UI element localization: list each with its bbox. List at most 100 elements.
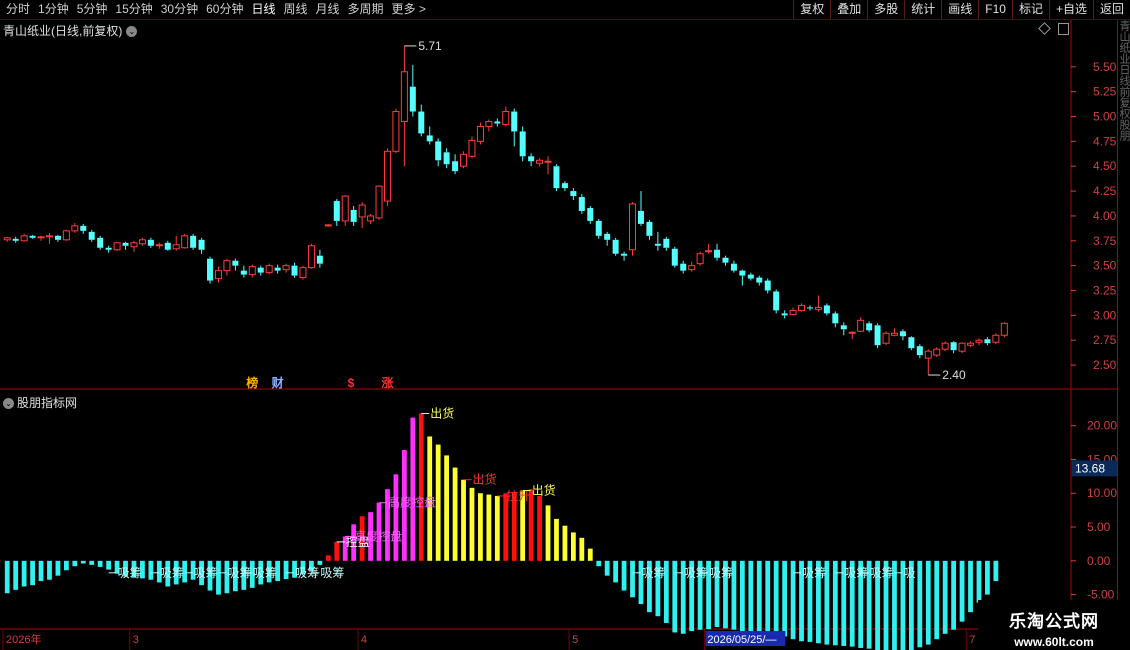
candle-body — [29, 235, 36, 238]
annotation-label: 出货 — [532, 483, 556, 498]
indicator-bar — [537, 495, 542, 561]
candle-body — [62, 230, 70, 241]
toolbar-button-2[interactable]: 多股 — [867, 0, 904, 19]
indicator-bar — [30, 560, 35, 586]
candle-body — [967, 342, 975, 346]
candle-body — [789, 309, 797, 315]
candle-body — [207, 258, 214, 281]
chevron-right-icon: > — [415, 2, 426, 16]
tab-period-4[interactable]: 30分钟 — [157, 0, 202, 19]
annotation-label: 吸筹 — [642, 566, 666, 580]
date-axis-label: 3 — [133, 634, 139, 646]
toolbar-button-6[interactable]: 标记 — [1011, 0, 1049, 19]
indicator-bar — [72, 560, 78, 567]
tab-period-3[interactable]: 15分钟 — [111, 0, 156, 19]
candle-body — [756, 277, 763, 283]
candle-body — [45, 235, 53, 238]
chart-canvas[interactable]: 5.50 5.25 5.00 4.75 4.50 4.25 4.00 3.75 3.50 3.25… — [0, 20, 1117, 650]
annotation-label: 吸 — [903, 566, 915, 580]
candle-body — [773, 291, 780, 311]
candle-body — [933, 348, 941, 356]
indicator-bar — [80, 560, 86, 564]
indicator-title-bar: ⌄ 股朋指标网 — [3, 394, 77, 411]
candle-body — [80, 225, 87, 231]
candle-body — [409, 86, 416, 112]
window-icon[interactable] — [1058, 23, 1069, 35]
indicator-bar — [4, 560, 10, 594]
chevron-down-icon[interactable]: ⌄ — [126, 26, 138, 38]
indicator-bar — [951, 560, 957, 630]
candle-body — [908, 337, 915, 349]
tab-period-8[interactable]: 月线 — [312, 0, 344, 19]
candle-body — [544, 160, 552, 163]
indicator-bar — [942, 560, 948, 634]
indicator-tick-label: 10.00 — [1087, 486, 1117, 500]
toolbar-button-8[interactable]: 返回 — [1092, 0, 1130, 19]
candle-body — [291, 265, 298, 276]
candle-body — [857, 319, 865, 332]
right-side-text: 青山纸业日线前复权股朋 — [1118, 20, 1130, 141]
candle-body — [71, 225, 79, 232]
indicator-bar — [418, 413, 424, 561]
candle-body — [257, 267, 264, 273]
toolbar-button-0[interactable]: 复权 — [793, 0, 830, 19]
annotation-label: 吸筹 — [160, 566, 184, 580]
candle-body — [511, 111, 518, 132]
date-axis-label: 2026年 — [6, 632, 41, 646]
annotation-label: 吸筹 — [118, 566, 142, 580]
indicator-bar — [494, 495, 500, 561]
candle-body — [333, 201, 340, 221]
stock-title-bar: 青山纸业(日线,前复权) ⌄ — [3, 22, 138, 39]
candle-body — [122, 242, 129, 246]
candle-body — [12, 238, 19, 241]
tab-period-6[interactable]: 日线 — [247, 0, 279, 19]
candle-body — [823, 305, 830, 314]
candle-body — [714, 249, 721, 258]
toolbar-button-1[interactable]: 叠加 — [830, 0, 867, 19]
candle-body — [316, 255, 323, 264]
candle-body — [88, 231, 95, 240]
candle-body — [950, 342, 957, 351]
candle-body — [747, 274, 754, 279]
candle-body — [485, 120, 493, 127]
candle-body — [814, 306, 822, 310]
indicator-tick-label: 5.00 — [1087, 520, 1111, 534]
price-tick-label: 4.00 — [1093, 209, 1117, 223]
indicator-bar — [934, 560, 940, 640]
candle-body — [214, 270, 222, 280]
candle-body — [198, 239, 205, 250]
indicator-bar — [325, 555, 331, 561]
candle-body — [155, 244, 163, 247]
indicator-bar — [993, 560, 999, 582]
candle-body — [654, 243, 661, 246]
chevron-down-icon[interactable]: ⌄ — [3, 398, 14, 410]
candle-body — [958, 342, 966, 352]
tab-period-2[interactable]: 5分钟 — [73, 0, 112, 19]
candle-body — [536, 159, 544, 164]
price-tick-label: 3.25 — [1093, 284, 1117, 298]
candle-body — [798, 304, 806, 311]
candle-body — [848, 331, 856, 334]
candle-body — [274, 267, 281, 271]
toolbar-button-7[interactable]: +自选 — [1048, 0, 1093, 19]
candle-body — [223, 260, 231, 272]
tab-period-10[interactable]: 更多 > — [388, 0, 430, 19]
tab-period-5[interactable]: 60分钟 — [202, 0, 247, 19]
toolbar-button-4[interactable]: 画线 — [941, 0, 978, 19]
tab-period-7[interactable]: 周线 — [279, 0, 311, 19]
candle-body — [324, 224, 332, 227]
tab-period-0[interactable]: 分时 — [2, 0, 34, 19]
indicator-bar — [739, 560, 745, 632]
candle-body — [629, 203, 637, 251]
annotation-label: 吸筹 — [320, 566, 344, 580]
price-tick-label: 4.50 — [1093, 159, 1117, 173]
toolbar-button-5[interactable]: F10 — [978, 0, 1012, 19]
tab-period-9[interactable]: 多周期 — [344, 0, 388, 19]
date-axis-label: 4 — [361, 634, 367, 646]
indicator-bar — [748, 560, 754, 633]
annotation-label: 出货 — [430, 406, 454, 421]
tab-period-1[interactable]: 1分钟 — [34, 0, 73, 19]
candle-body — [781, 313, 788, 316]
indicator-bar — [461, 479, 466, 561]
toolbar-button-3[interactable]: 统计 — [904, 0, 941, 19]
